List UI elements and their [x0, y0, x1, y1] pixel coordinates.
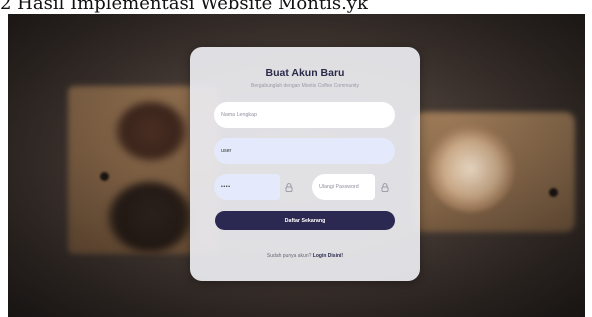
register-card: Buat Akun Baru Bergabunglah dengan Monti…	[190, 47, 420, 281]
confirm-password-input[interactable]: Ulangi Password	[312, 174, 375, 200]
login-prompt: Sudah punya akun? Login Disini!	[190, 253, 420, 259]
page-caption: 2 Hasil Implementasi Website Montis.yk	[0, 0, 368, 14]
form-title: Buat Akun Baru	[265, 67, 345, 79]
lock-icon[interactable]	[378, 180, 392, 194]
login-prompt-text: Sudah punya akun?	[266, 253, 312, 259]
login-link[interactable]: Login Disini!	[313, 253, 343, 259]
form-subtitle: Bergabunglah dengan Montis Coffee Commun…	[250, 83, 360, 89]
password-input[interactable]: ••••	[214, 174, 280, 200]
full-name-input[interactable]: Nama Lengkap	[214, 102, 395, 128]
register-button[interactable]: Daftar Sekarang	[215, 211, 395, 230]
lock-icon[interactable]	[282, 180, 296, 194]
username-input[interactable]: user	[214, 138, 395, 164]
